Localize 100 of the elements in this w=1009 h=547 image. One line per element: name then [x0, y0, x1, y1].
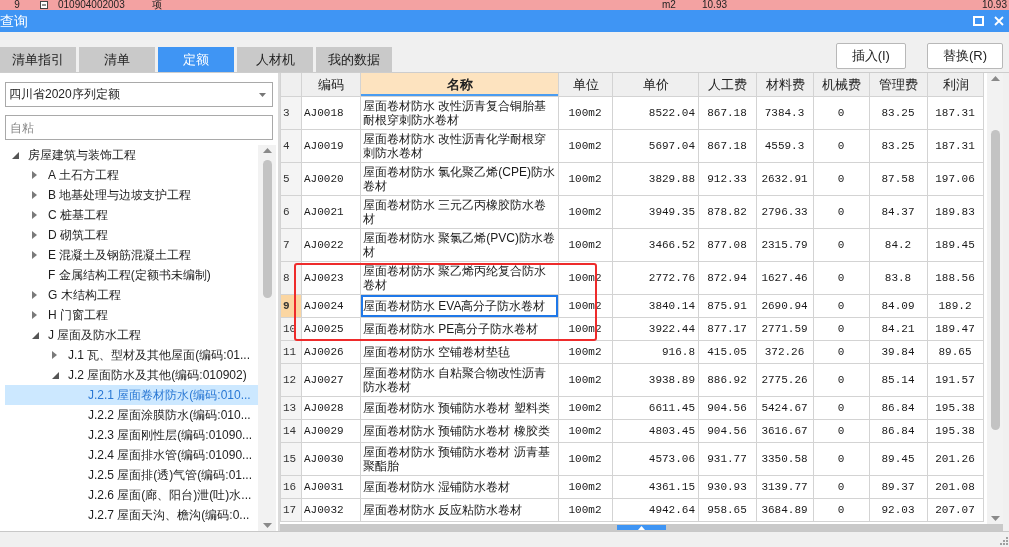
table-cell: 屋面卷材防水 预铺防水卷材 塑料类: [361, 397, 559, 420]
caret-right-icon[interactable]: [32, 211, 37, 219]
table-cell: 3466.52: [613, 229, 699, 262]
column-header[interactable]: 名称: [361, 73, 559, 97]
table-cell: 100m2: [559, 397, 613, 420]
tab[interactable]: 人材机: [237, 47, 313, 72]
caret-right-icon[interactable]: [32, 171, 37, 179]
scrollbar-thumb[interactable]: [262, 160, 272, 298]
collapse-handle[interactable]: [617, 525, 666, 530]
table-cell: 2775.26: [757, 364, 814, 397]
column-header[interactable]: 管理费: [870, 73, 928, 97]
caret-right-icon[interactable]: [32, 231, 37, 239]
tree-item[interactable]: B 地基处理与边坡支护工程: [5, 185, 258, 205]
library-dropdown[interactable]: 四川省2020序列定额: [5, 82, 273, 107]
table-cell: 886.92: [699, 364, 757, 397]
caret-right-icon[interactable]: [32, 191, 37, 199]
table-cell: 188.56: [928, 262, 984, 295]
table-cell: 89.65: [928, 341, 984, 364]
table-cell: 0: [814, 163, 870, 196]
column-header[interactable]: 单位: [559, 73, 613, 97]
table-cell: 0: [814, 295, 870, 318]
table-cell: 3139.77: [757, 476, 814, 499]
caret-right-icon[interactable]: [32, 291, 37, 299]
tree-item[interactable]: J.2.7 屋面天沟、檐沟(编码:0...: [5, 505, 258, 525]
table-cell: 0: [814, 341, 870, 364]
caret-right-icon[interactable]: [32, 251, 37, 259]
search-field[interactable]: 自粘: [5, 115, 273, 140]
row-number: 5: [280, 163, 302, 196]
tree-item[interactable]: J.2 屋面防水及其他(编码:010902): [5, 365, 258, 385]
scroll-down-arrow-icon[interactable]: [990, 516, 1000, 521]
insert-button[interactable]: 插入(I): [835, 43, 906, 69]
table-cell: 0: [814, 97, 870, 130]
tree-item[interactable]: J.1 瓦、型材及其他屋面(编码:01...: [5, 345, 258, 365]
caret-down-right-icon[interactable]: [12, 151, 19, 159]
table-cell: AJ0023: [302, 262, 361, 295]
caret-right-icon[interactable]: [32, 311, 37, 319]
column-header[interactable]: 机械费: [814, 73, 870, 97]
tree-item[interactable]: J.2.2 屋面涂膜防水(编码:010...: [5, 405, 258, 425]
tree-item[interactable]: D 砌筑工程: [5, 225, 258, 245]
tree-item[interactable]: J.2.5 屋面排(透)气管(编码:01...: [5, 465, 258, 485]
tab[interactable]: 清单: [79, 47, 155, 72]
table-cell: 屋面卷材防水 预铺防水卷材 橡胶类: [361, 420, 559, 443]
tree-item[interactable]: J.2.1 屋面卷材防水(编码:010...: [5, 385, 258, 405]
table-cell-text: 项: [151, 0, 163, 10]
tab[interactable]: 清单指引: [0, 47, 76, 72]
tree-item[interactable]: E 混凝土及钢筋混凝土工程: [5, 245, 258, 265]
tree-item[interactable]: J.2.6 屋面(廊、阳台)泄(吐)水...: [5, 485, 258, 505]
scroll-down-arrow-icon[interactable]: [262, 523, 272, 528]
table-cell: 0: [814, 364, 870, 397]
tree-item[interactable]: A 土石方工程: [5, 165, 258, 185]
table-cell: 191.57: [928, 364, 984, 397]
table-cell: 屋面卷材防水 预铺防水卷材 沥青基聚酯胎: [361, 443, 559, 476]
tree-item[interactable]: 房屋建筑与装饰工程: [5, 145, 258, 165]
column-header[interactable]: 人工费: [699, 73, 757, 97]
table-cell: 84.2: [870, 229, 928, 262]
tree-item[interactable]: J 屋面及防水工程: [5, 325, 258, 345]
tree-item[interactable]: G 木结构工程: [5, 285, 258, 305]
table-cell: 6611.45: [613, 397, 699, 420]
column-header[interactable]: 单价: [613, 73, 699, 97]
tree-item[interactable]: J.2.4 屋面排水管(编码:01090...: [5, 445, 258, 465]
caret-down-right-icon[interactable]: [52, 371, 59, 379]
replace-button[interactable]: 替换(R): [926, 43, 1003, 69]
table-cell: 屋面卷材防水 三元乙丙橡胶防水卷材: [361, 196, 559, 229]
scroll-up-arrow-icon[interactable]: [990, 76, 1000, 81]
table-cell: 904.56: [699, 397, 757, 420]
table-cell: AJ0032: [302, 499, 361, 522]
table-cell: AJ0019: [302, 130, 361, 163]
table-cell: 8522.04: [613, 97, 699, 130]
table-cell: 89.45: [870, 443, 928, 476]
table-cell: 屋面卷材防水 空铺卷材垫毡: [361, 341, 559, 364]
tree-item[interactable]: J.2.3 屋面刚性层(编码:01090...: [5, 425, 258, 445]
table-cell: 207.07: [928, 499, 984, 522]
table-cell: 5697.04: [613, 130, 699, 163]
column-header[interactable]: 材料费: [757, 73, 814, 97]
tree-item[interactable]: H 门窗工程: [5, 305, 258, 325]
table-cell: 3350.58: [757, 443, 814, 476]
resize-grip-icon[interactable]: [1000, 537, 1008, 545]
row-number: 15: [280, 443, 302, 476]
tree-item[interactable]: C 桩基工程: [5, 205, 258, 225]
tree-item[interactable]: F 金属结构工程(定额书未编制): [5, 265, 258, 285]
table-cell: 4573.06: [613, 443, 699, 476]
table-cell: 201.08: [928, 476, 984, 499]
scrollbar-thumb[interactable]: [990, 130, 1000, 430]
table-cell: 916.8: [613, 341, 699, 364]
caret-right-icon[interactable]: [52, 351, 57, 359]
tab[interactable]: 我的数据: [316, 47, 392, 72]
table-cell: AJ0021: [302, 196, 361, 229]
table-cell: 197.06: [928, 163, 984, 196]
table-cell: 195.38: [928, 397, 984, 420]
column-header[interactable]: 编码: [302, 73, 361, 97]
caret-down-right-icon[interactable]: [32, 331, 39, 339]
table-cell: 372.26: [757, 341, 814, 364]
table-cell: 87.58: [870, 163, 928, 196]
column-header[interactable]: 利润: [928, 73, 984, 97]
table-cell: 1627.46: [757, 262, 814, 295]
scroll-up-arrow-icon[interactable]: [262, 148, 272, 153]
close-icon[interactable]: [994, 16, 1004, 26]
caret-down-icon: [259, 92, 266, 97]
table-cell: 100m2: [559, 97, 613, 130]
maximize-icon[interactable]: [973, 16, 984, 26]
